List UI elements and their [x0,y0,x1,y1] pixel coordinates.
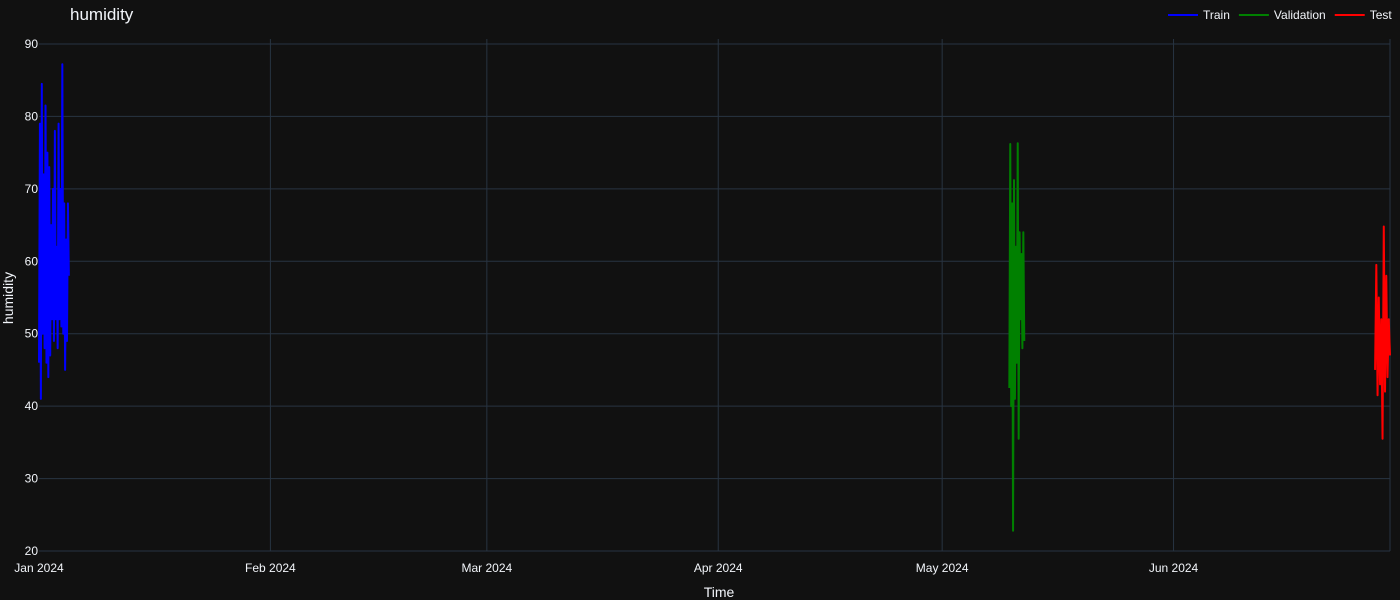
chart-background [0,0,1400,600]
y-axis-title: humidity [0,272,16,324]
y-tick-label: 60 [25,254,39,268]
legend-label-train: Train [1203,8,1230,22]
x-tick-label: Mar 2024 [461,561,512,575]
y-tick-label: 40 [25,399,39,413]
x-tick-label: May 2024 [916,561,969,575]
legend-label-test: Test [1370,8,1393,22]
x-tick-label: Feb 2024 [245,561,296,575]
y-tick-label: 30 [25,472,39,486]
x-tick-label: Jan 2024 [14,561,64,575]
humidity-line-chart: 20 30 40 50 60 70 80 90 Jan 2024 Feb 2024 Mar 2024… [0,0,1400,600]
chart-container: 20 30 40 50 60 70 80 90 Jan 2024 Feb 2024 Mar 2024… [0,0,1400,600]
legend-label-validation: Validation [1274,8,1326,22]
x-tick-label: Jun 2024 [1149,561,1199,575]
x-tick-label: Apr 2024 [694,561,743,575]
y-tick-label: 70 [25,182,39,196]
y-tick-label: 50 [25,327,39,341]
x-axis-title: Time [704,584,735,600]
y-tick-label: 80 [25,109,39,123]
y-tick-label: 90 [25,37,39,51]
chart-title: humidity [70,5,134,24]
y-tick-label: 20 [25,544,39,558]
